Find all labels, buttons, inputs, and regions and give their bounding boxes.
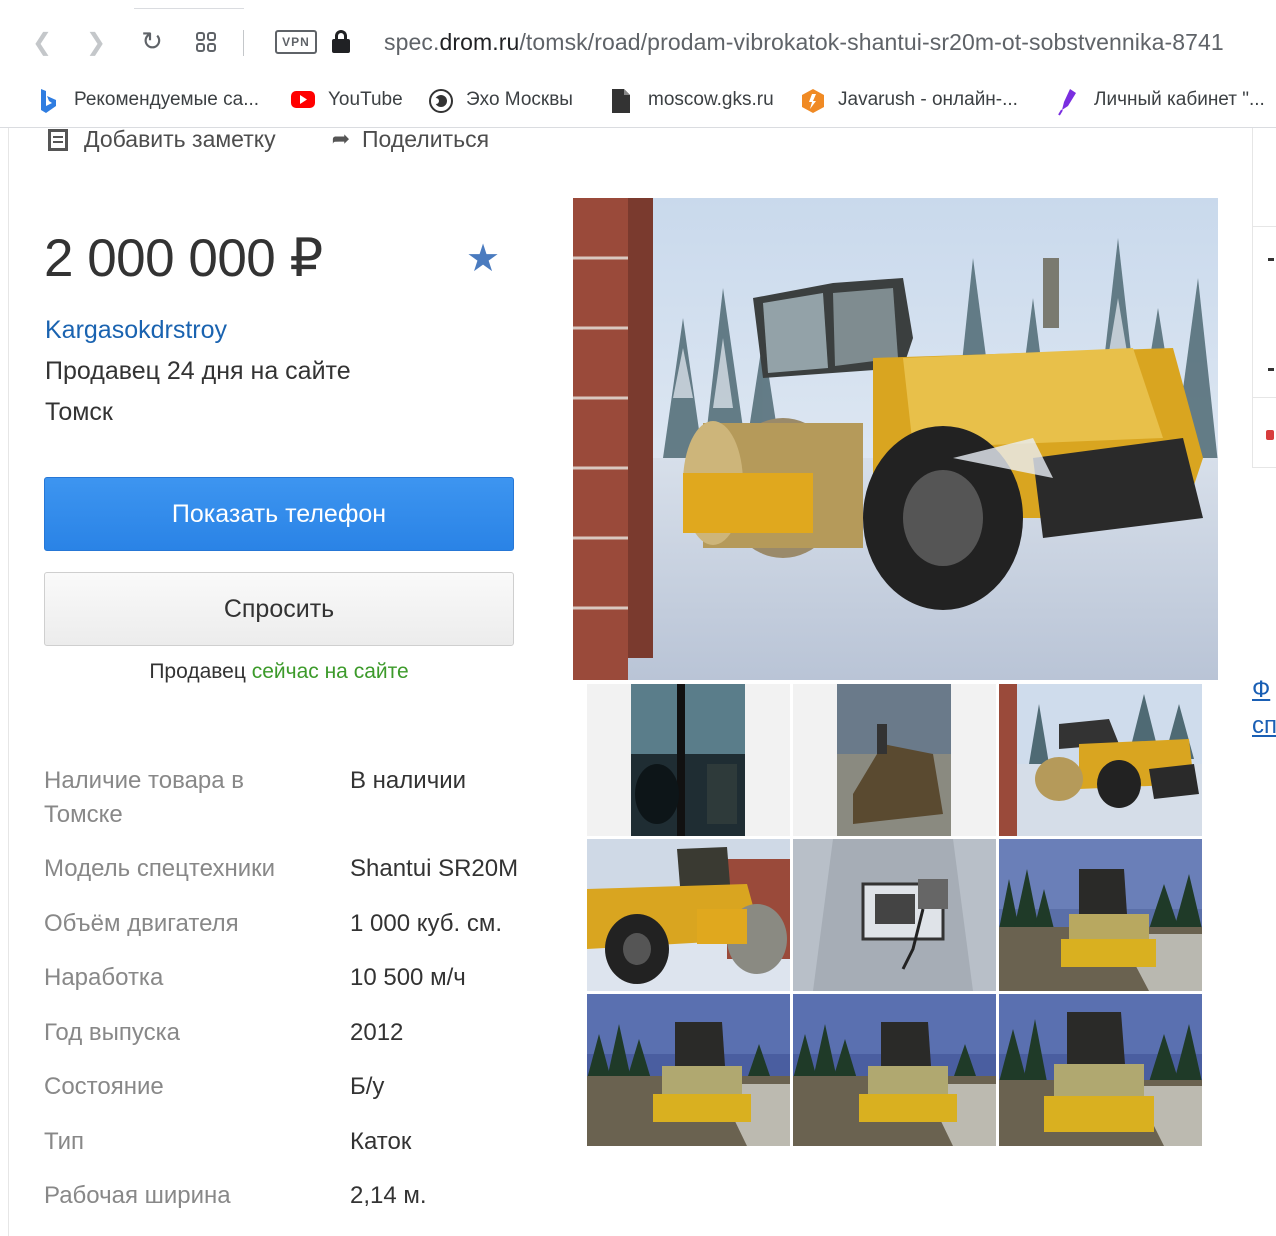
- javarush-icon: [800, 88, 824, 113]
- tab-strip-line: [134, 8, 244, 9]
- bookmark-label: Эхо Москвы: [466, 89, 573, 110]
- spec-label: Объём двигателя: [44, 910, 239, 937]
- bookmark-label: moscow.gks.ru: [648, 89, 774, 110]
- apps-grid-icon[interactable]: [190, 26, 222, 58]
- bookmark-label: Личный кабинет "...: [1094, 89, 1265, 110]
- bookmark-label: Javarush - онлайн-...: [838, 89, 1018, 110]
- bookmark-recommended[interactable]: Рекомендуемые са...: [38, 86, 259, 114]
- note-icon[interactable]: [48, 127, 68, 151]
- online-prefix: Продавец: [149, 660, 252, 683]
- seller-online-status: Продавец сейчас на сайте: [44, 660, 514, 684]
- url-host: drom.ru: [439, 29, 520, 55]
- spec-value: 2012: [350, 1019, 404, 1046]
- echo-icon: [428, 88, 453, 113]
- bookmark-label: Рекомендуемые са...: [74, 89, 260, 110]
- photo-thumbnail[interactable]: [587, 994, 790, 1146]
- url-prefix: spec.: [384, 29, 440, 55]
- bing-icon: [38, 88, 58, 113]
- spec-label: Тип: [44, 1128, 85, 1155]
- price: 2 000 000 ₽: [44, 229, 323, 288]
- spec-label: Год выпуска: [44, 1019, 180, 1046]
- spec-label: Состояние: [44, 1073, 164, 1100]
- forward-icon[interactable]: ❯: [80, 26, 112, 58]
- spec-value: В наличии: [350, 767, 467, 794]
- bookmark-gks[interactable]: moscow.gks.ru: [610, 86, 774, 114]
- spec-label: Рабочая ширина: [44, 1182, 231, 1209]
- document-icon: [610, 88, 634, 113]
- photo-thumbnail[interactable]: [999, 839, 1202, 991]
- photo-thumbnail[interactable]: [999, 684, 1202, 836]
- sidebar-mark: [1268, 368, 1274, 371]
- online-status: сейчас на сайте: [251, 660, 409, 683]
- page-border: [8, 128, 9, 1236]
- spec-value: Б/у: [350, 1073, 385, 1100]
- seller-city: Томск: [45, 398, 113, 426]
- share-icon[interactable]: ➦: [332, 127, 350, 152]
- photo-thumbnail[interactable]: [793, 994, 996, 1146]
- sidebar-divider: [1252, 467, 1276, 468]
- address-bar[interactable]: spec.drom.ru/tomsk/road/prodam-vibrokato…: [384, 29, 1224, 56]
- reload-icon[interactable]: ↻: [136, 26, 168, 58]
- photo-thumbnail[interactable]: [793, 684, 996, 836]
- bookmark-echo[interactable]: Эхо Москвы: [428, 86, 573, 114]
- add-note-link[interactable]: Добавить заметку: [84, 126, 276, 153]
- bookmark-youtube[interactable]: YouTube: [290, 86, 403, 114]
- bookmarks-bar: Рекомендуемые са... YouTube Эхо Москвы m…: [0, 80, 1276, 120]
- vpn-badge[interactable]: VPN: [275, 30, 317, 54]
- lock-icon[interactable]: [330, 28, 352, 54]
- sidebar-link[interactable]: Ф: [1252, 676, 1270, 704]
- listing-actions: Добавить заметку ➦ Поделиться: [48, 124, 489, 154]
- ask-button[interactable]: Спросить: [44, 572, 514, 646]
- spec-value: 1 000 куб. см.: [350, 910, 503, 937]
- spec-value: 10 500 м/ч: [350, 964, 466, 991]
- seller-name-link[interactable]: Kargasokdrstroy: [45, 316, 227, 345]
- share-link[interactable]: Поделиться: [362, 126, 489, 153]
- bookmark-label: YouTube: [328, 89, 403, 110]
- toolbar-separator: [243, 30, 244, 56]
- sidebar-mark-red: [1266, 430, 1274, 440]
- spec-value: Каток: [350, 1128, 412, 1155]
- show-phone-button[interactable]: Показать телефон: [44, 477, 514, 551]
- main-photo[interactable]: [573, 198, 1218, 680]
- photo-thumbnail[interactable]: [793, 839, 996, 991]
- spec-label: Наличие товара в Томске: [44, 767, 245, 828]
- back-icon[interactable]: ❮: [26, 26, 58, 58]
- spec-value: 2,14 м.: [350, 1182, 427, 1209]
- spec-value: Shantui SR20M: [350, 855, 519, 882]
- bookmark-javarush[interactable]: Javarush - онлайн-...: [800, 86, 1018, 114]
- photo-thumbnail[interactable]: [587, 684, 790, 836]
- feather-icon: [1056, 88, 1080, 116]
- url-path: /tomsk/road/prodam-vibrokatok-shantui-sr…: [519, 29, 1224, 55]
- sidebar-link[interactable]: сп: [1252, 712, 1276, 740]
- browser-toolbar: ❮ ❯ ↻ VPN spec.drom.ru/tomsk/road/prodam…: [0, 0, 1276, 128]
- sidebar-mark: [1268, 258, 1274, 261]
- bookmark-cabinet[interactable]: Личный кабинет "...: [1056, 86, 1265, 116]
- spec-label: Модель спецтехники: [44, 855, 276, 882]
- favorite-star-icon[interactable]: ★: [466, 236, 500, 280]
- youtube-icon: [290, 88, 315, 112]
- sidebar-box: [1252, 226, 1276, 398]
- photo-thumbnail[interactable]: [999, 994, 1202, 1146]
- spec-label: Наработка: [44, 964, 164, 991]
- apps-grid-svg: [196, 32, 216, 52]
- photo-thumbnail[interactable]: [587, 839, 790, 991]
- seller-tenure: Продавец 24 дня на сайте: [45, 357, 351, 385]
